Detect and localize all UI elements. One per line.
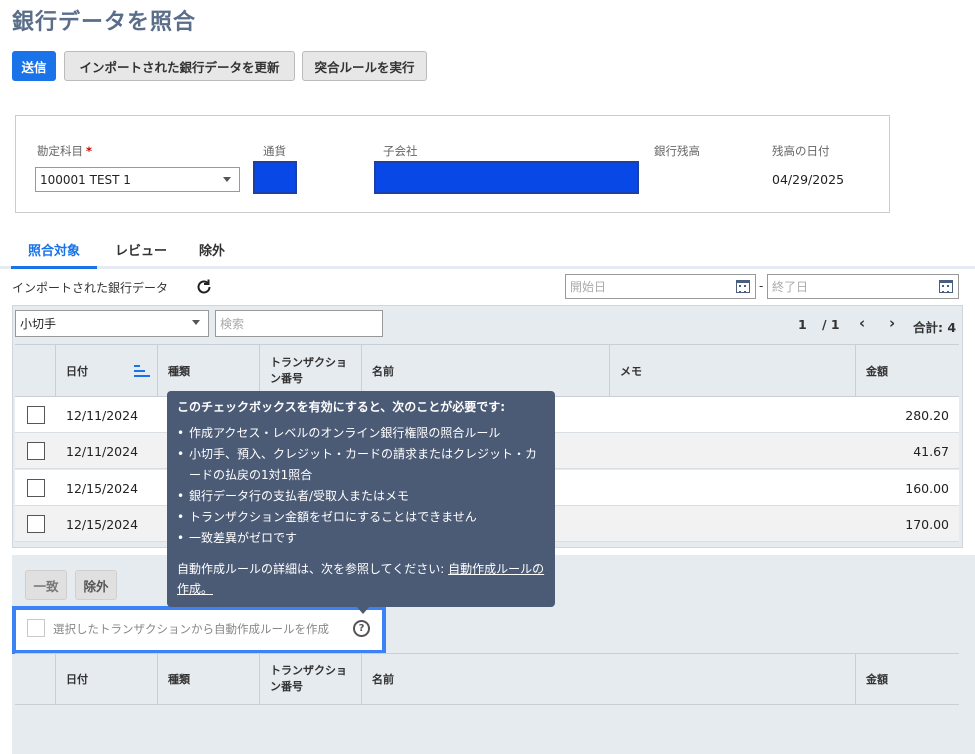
tooltip-item: 一致差異がゼロです <box>177 528 545 549</box>
currency-label: 通貨 <box>263 144 286 158</box>
column-txn-label-line2: ン番号 <box>270 680 303 693</box>
tooltip-footer: 自動作成ルールの詳細は、次を参照してください: 自動作成ルールの作成。 <box>177 559 545 599</box>
sort-icon[interactable] <box>134 365 150 377</box>
exclude-button[interactable]: 除外 <box>75 570 117 600</box>
row-amount: 160.00 <box>905 481 949 496</box>
tabs-divider <box>0 266 975 269</box>
run-matching-rules-button[interactable]: 突合ルールを実行 <box>302 51 427 81</box>
next-page-icon[interactable]: › <box>889 314 895 332</box>
matching-table-header: 日付 種類 トランザクショ ン番号 名前 金額 <box>15 653 959 705</box>
tooltip-footer-text: 自動作成ルールの詳細は、次を参照してください: <box>177 562 449 576</box>
tooltip-heading: このチェックボックスを有効にすると、次のことが必要です: <box>177 400 506 414</box>
currency-value-redacted <box>253 161 297 194</box>
end-date-input[interactable]: 終了日 <box>767 274 959 299</box>
column-header-date[interactable]: 日付 <box>55 345 157 396</box>
page-total: / 1 <box>822 317 840 332</box>
row-checkbox[interactable] <box>27 406 45 424</box>
balance-date-value: 04/29/2025 <box>772 172 845 187</box>
date-range-separator: - <box>759 279 764 293</box>
active-tab-indicator <box>11 266 97 269</box>
page-current: 1 <box>798 317 807 332</box>
transaction-type-value: 小切手 <box>20 317 57 331</box>
auto-rule-tooltip: このチェックボックスを有効にすると、次のことが必要です: 作成アクセス・レベルの… <box>167 391 555 607</box>
search-placeholder: 検索 <box>220 317 245 331</box>
row-date: 12/11/2024 <box>66 408 139 423</box>
chevron-down-icon <box>192 320 200 325</box>
end-date-placeholder: 終了日 <box>772 280 809 294</box>
chevron-down-icon <box>223 177 231 182</box>
row-amount: 41.67 <box>913 444 949 459</box>
column-header-name[interactable]: 名前 <box>361 345 609 396</box>
tab-review[interactable]: レビュー <box>115 240 167 259</box>
column-txn-label-line1: トランザクショ <box>270 664 347 677</box>
column-txn-label-line2: ン番号 <box>270 371 303 385</box>
subsidiary-label: 子会社 <box>383 144 418 158</box>
start-date-placeholder: 開始日 <box>570 280 607 294</box>
refresh-icon[interactable] <box>194 277 214 297</box>
match-button[interactable]: 一致 <box>25 570 67 600</box>
row-amount: 170.00 <box>905 517 949 532</box>
refresh-imported-data-button[interactable]: インポートされた銀行データを更新 <box>64 51 295 81</box>
select-column-header <box>15 654 55 704</box>
column-header-type[interactable]: 種類 <box>157 345 259 396</box>
search-input[interactable]: 検索 <box>215 310 383 337</box>
account-filter-panel: 勘定科目 * 100001 TEST 1 通貨 子会社 銀行残高 残高の日付 04… <box>15 115 890 213</box>
submit-button[interactable]: 送信 <box>12 51 56 81</box>
tooltip-item: 銀行データ行の支払者/受取人またはメモ <box>177 486 545 507</box>
row-checkbox[interactable] <box>27 515 45 533</box>
bank-balance-label: 銀行残高 <box>654 144 700 158</box>
calendar-icon[interactable] <box>939 280 953 293</box>
tooltip-item: トランザクション金額をゼロにすることはできません <box>177 507 545 528</box>
row-date: 12/15/2024 <box>66 481 139 496</box>
account-select[interactable]: 100001 TEST 1 <box>35 167 240 192</box>
balance-date-label: 残高の日付 <box>772 144 830 158</box>
column-header-amount[interactable]: 金額 <box>855 345 959 396</box>
column-header-transaction-number[interactable]: トランザクショ ン番号 <box>259 654 361 704</box>
auto-rule-checkbox[interactable] <box>27 619 45 637</box>
tab-excluded[interactable]: 除外 <box>199 240 225 259</box>
calendar-icon[interactable] <box>736 280 750 293</box>
previous-page-icon[interactable]: ‹ <box>859 314 865 332</box>
page-title: 銀行データを照合 <box>12 10 197 35</box>
tab-to-match[interactable]: 照合対象 <box>28 240 80 259</box>
account-label: 勘定科目 * <box>37 144 93 158</box>
transaction-type-select[interactable]: 小切手 <box>15 310 209 337</box>
column-date-label: 日付 <box>66 364 88 378</box>
tooltip-item: 小切手、預入、クレジット・カードの請求またはクレジット・カードの払戻の1対1照合 <box>177 444 545 486</box>
row-amount: 280.20 <box>905 408 949 423</box>
row-checkbox[interactable] <box>27 442 45 460</box>
start-date-input[interactable]: 開始日 <box>565 274 756 299</box>
column-header-name[interactable]: 名前 <box>361 654 855 704</box>
row-checkbox[interactable] <box>27 479 45 497</box>
column-header-transaction-number[interactable]: トランザクショ ン番号 <box>259 345 361 396</box>
column-header-type[interactable]: 種類 <box>157 654 259 704</box>
tooltip-requirements-list: 作成アクセス・レベルのオンライン銀行権限の照合ルール 小切手、預入、クレジット・… <box>177 423 545 549</box>
column-txn-label-line1: トランザクショ <box>270 355 347 369</box>
help-icon[interactable]: ? <box>353 620 370 637</box>
tooltip-item: 作成アクセス・レベルのオンライン銀行権限の照合ルール <box>177 423 545 444</box>
auto-rule-checkbox-label: 選択したトランザクションから自動作成ルールを作成 <box>53 622 329 636</box>
imported-data-label: インポートされた銀行データ <box>12 281 169 295</box>
tooltip-arrow <box>356 606 370 614</box>
row-date: 12/11/2024 <box>66 444 139 459</box>
bank-data-table-header: 日付 種類 トランザクショ ン番号 名前 メモ 金額 <box>15 344 959 397</box>
select-column-header <box>15 345 55 396</box>
total-count: 合計: 4 <box>913 320 957 335</box>
account-select-value: 100001 TEST 1 <box>40 172 131 187</box>
row-date: 12/15/2024 <box>66 517 139 532</box>
subsidiary-value-redacted <box>374 161 639 194</box>
column-header-date[interactable]: 日付 <box>55 654 157 704</box>
column-header-memo[interactable]: メモ <box>609 345 855 396</box>
column-header-amount[interactable]: 金額 <box>855 654 959 704</box>
